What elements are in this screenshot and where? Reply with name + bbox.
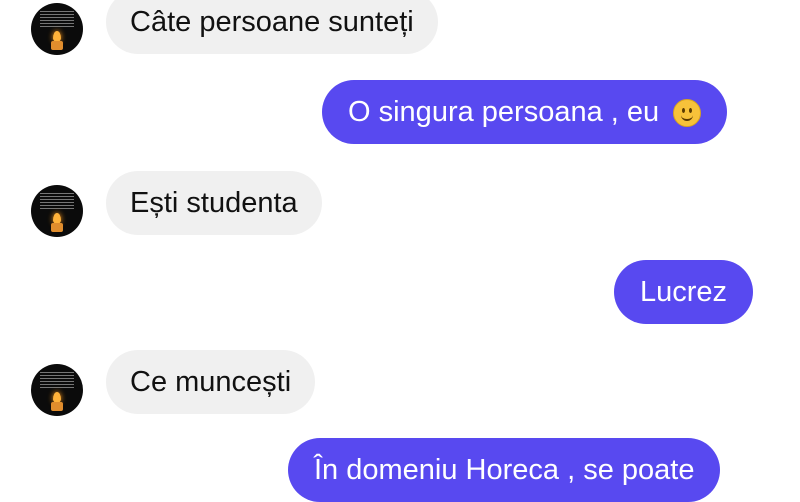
slightly-smiling-face-emoji xyxy=(673,99,702,127)
message-text: În domeniu Horeca , se poate xyxy=(314,454,695,486)
avatar-text-graphic xyxy=(40,372,74,390)
message-text: O singura persoana , eu xyxy=(348,96,660,128)
candle-icon xyxy=(51,402,63,411)
message-text: Lucrez xyxy=(640,276,728,308)
message-bubble[interactable]: Ești studenta xyxy=(106,171,322,235)
message-bubble[interactable]: Lucrez xyxy=(614,260,754,324)
avatar[interactable] xyxy=(31,185,83,237)
avatar-text-graphic xyxy=(40,11,74,29)
avatar-text-graphic xyxy=(40,193,74,211)
message-text: Ce muncești xyxy=(130,366,292,398)
message-bubble[interactable]: În domeniu Horeca , se poate xyxy=(288,438,721,502)
message-bubble[interactable]: Câte persoane sunteți xyxy=(106,0,438,54)
avatar[interactable] xyxy=(31,3,83,55)
message-text: Ești studenta xyxy=(130,187,298,219)
avatar[interactable] xyxy=(31,364,83,416)
chat-thread: Câte persoane sunteți O singura persoana… xyxy=(0,0,800,502)
candle-icon xyxy=(51,223,63,232)
message-bubble[interactable]: O singura persoana , eu xyxy=(322,80,728,144)
message-text: Câte persoane sunteți xyxy=(130,6,414,38)
message-bubble[interactable]: Ce muncești xyxy=(106,350,316,414)
candle-icon xyxy=(51,41,63,50)
